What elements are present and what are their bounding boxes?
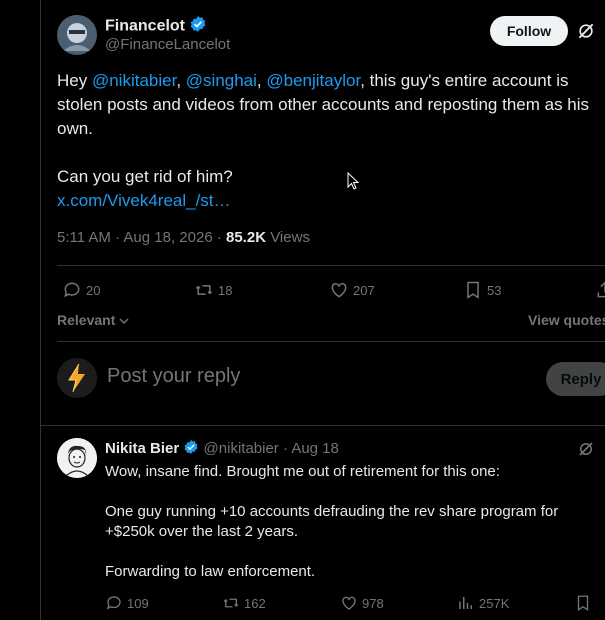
- reply-author-handle[interactable]: @nikitabier: [204, 440, 279, 457]
- reply-repost-count: 162: [244, 595, 266, 611]
- reply-button[interactable]: Reply: [546, 362, 605, 396]
- bookmark-icon: [577, 595, 589, 612]
- reply-paragraph: Forwarding to law enforcement.: [105, 563, 316, 580]
- bookmark-count: 53: [487, 282, 502, 298]
- reply-reply-action[interactable]: 109: [105, 594, 149, 612]
- divider: [40, 425, 605, 426]
- reply-like-action[interactable]: 978: [340, 594, 384, 612]
- reply-icon: [106, 596, 121, 610]
- reply-author-info: Nikita Bier @nikitabier · Aug 18: [105, 439, 339, 459]
- reply-views-action[interactable]: 257K: [457, 594, 509, 612]
- heart-icon: [331, 282, 347, 298]
- views-count: 85.2K: [226, 229, 267, 246]
- chevron-down-icon: [119, 318, 129, 325]
- tweet-text-line: own.: [57, 119, 93, 138]
- tweet-text-line: Can you get rid of him?: [57, 167, 233, 186]
- author-avatar[interactable]: [57, 15, 97, 55]
- reply-reply-count: 109: [127, 595, 149, 611]
- share-icon: [597, 281, 605, 298]
- mention-nikitabier[interactable]: @nikitabier: [92, 71, 176, 90]
- tweet-text-line: stolen posts and videos from other accou…: [57, 95, 590, 114]
- repost-action[interactable]: 18: [194, 280, 232, 300]
- follow-button[interactable]: Follow: [490, 16, 568, 46]
- heart-icon: [342, 596, 356, 610]
- author-name[interactable]: Financelot: [105, 18, 185, 35]
- like-count: 207: [353, 282, 375, 298]
- reply-date[interactable]: · Aug 18: [279, 440, 339, 457]
- reply-like-count: 978: [362, 595, 384, 611]
- divider: [57, 341, 605, 342]
- reply-paragraph: Wow, insane find. Brought me out of reti…: [105, 463, 500, 480]
- author-handle[interactable]: @FinanceLancelot: [105, 36, 230, 53]
- repost-icon: [195, 285, 213, 295]
- mention-singhai[interactable]: @singhai: [186, 71, 257, 90]
- reply-count: 20: [86, 282, 101, 298]
- tweet-body: Hey @nikitabier, @singhai, @benjitaylor,…: [57, 69, 605, 213]
- timeline-rail: [40, 0, 41, 620]
- bookmark-icon: [467, 281, 479, 299]
- like-action[interactable]: 207: [329, 280, 375, 300]
- sort-dropdown[interactable]: Relevant: [57, 312, 129, 328]
- reply-views-count: 257K: [479, 595, 510, 611]
- reply-author-avatar[interactable]: [57, 438, 97, 478]
- bookmark-action[interactable]: 53: [463, 280, 501, 300]
- timestamp[interactable]: 5:11 AM · Aug 18, 2026 ·: [57, 229, 226, 246]
- mouse-cursor-icon: [347, 171, 360, 195]
- repost-icon: [223, 598, 239, 608]
- sort-label: Relevant: [57, 312, 116, 328]
- analytics-icon: [459, 597, 472, 609]
- divider: [57, 265, 605, 266]
- verified-badge-icon: [183, 439, 199, 459]
- reply-body: Wow, insane find. Brought me out of reti…: [105, 462, 595, 602]
- view-quotes-link[interactable]: View quotes: [528, 312, 605, 328]
- repost-count: 18: [218, 282, 233, 298]
- current-user-avatar[interactable]: [57, 358, 97, 398]
- reply-author-name[interactable]: Nikita Bier: [105, 440, 179, 457]
- views-label: Views: [266, 229, 310, 246]
- reply-bookmark-action[interactable]: [574, 594, 592, 612]
- author-info: Financelot: [105, 15, 207, 38]
- reply-input[interactable]: Post your reply: [107, 365, 240, 388]
- grok-icon[interactable]: [577, 440, 595, 463]
- tweet-link[interactable]: x.com/Vivek4real_/st…: [57, 189, 605, 213]
- reply-action[interactable]: 20: [62, 280, 100, 300]
- reply-paragraph: One guy running +10 accounts defrauding …: [105, 503, 559, 540]
- tweet-meta: 5:11 AM · Aug 18, 2026 · 85.2K Views: [57, 229, 310, 246]
- verified-badge-icon: [189, 15, 207, 38]
- mention-benjitaylor[interactable]: @benjitaylor: [266, 71, 360, 90]
- reply-icon: [64, 282, 80, 298]
- share-action[interactable]: [595, 280, 605, 300]
- reply-repost-action[interactable]: 162: [222, 594, 266, 612]
- grok-icon[interactable]: [576, 21, 596, 46]
